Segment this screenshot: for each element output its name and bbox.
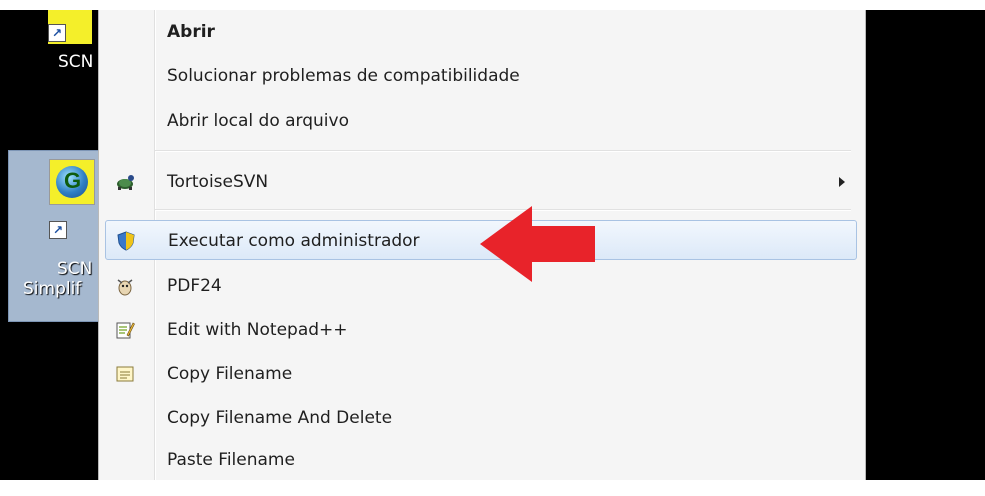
menu-item-paste-filename[interactable]: Paste Filename — [105, 440, 857, 480]
menu-item-label: Abrir — [167, 22, 215, 42]
desktop-icon-scn[interactable]: ↗ SCN — [8, 10, 98, 144]
menu-item-label: Copy Filename And Delete — [167, 408, 393, 428]
menu-item-label: Solucionar problemas de compatibilidade — [167, 66, 520, 86]
menu-separator — [155, 150, 851, 152]
pdf24-icon — [117, 279, 133, 296]
submenu-arrow-icon — [839, 177, 845, 187]
menu-item-copy-filename[interactable]: Copy Filename — [105, 354, 857, 394]
menu-item-edit-notepadpp[interactable]: Edit with Notepad++ — [105, 310, 857, 350]
menu-item-label: Paste Filename — [167, 450, 295, 470]
shortcut-arrow-icon: ↗ — [49, 221, 67, 239]
desktop-icon-label-line1: SCN — [57, 259, 93, 279]
tortoisesvn-icon — [117, 175, 134, 190]
desktop-icon-label: SCN — [58, 52, 94, 72]
menu-item-label: TortoiseSVN — [167, 172, 269, 192]
shortcut-arrow-icon: ↗ — [48, 24, 66, 42]
menu-item-open-location[interactable]: Abrir local do arquivo — [105, 101, 857, 141]
red-pointer-arrow-icon — [480, 206, 595, 282]
desktop-icon-label-line2: Simplif — [23, 279, 82, 299]
menu-item-troubleshoot[interactable]: Solucionar problemas de compatibilidade — [105, 56, 857, 96]
copy-filename-icon — [116, 366, 134, 382]
menu-item-copy-filename-delete[interactable]: Copy Filename And Delete — [105, 398, 857, 438]
menu-item-label: Abrir local do arquivo — [167, 111, 349, 131]
desktop: ↗ SCN G ↗ SCN Simplif — [0, 10, 98, 480]
notepadpp-icon — [116, 322, 135, 339]
menu-item-label: Copy Filename — [167, 364, 293, 384]
menu-item-open[interactable]: Abrir — [105, 12, 857, 52]
scn-globe-icon: G — [49, 159, 95, 205]
uac-shield-icon — [117, 231, 135, 251]
menu-item-tortoisesvn[interactable]: TortoiseSVN — [105, 162, 857, 202]
menu-item-label: Executar como administrador — [168, 231, 420, 251]
desktop-right — [866, 10, 985, 480]
menu-item-label: PDF24 — [167, 276, 222, 296]
desktop-icon-scn-simplificado[interactable]: G ↗ SCN Simplif — [8, 150, 98, 322]
menu-item-label: Edit with Notepad++ — [167, 320, 348, 340]
